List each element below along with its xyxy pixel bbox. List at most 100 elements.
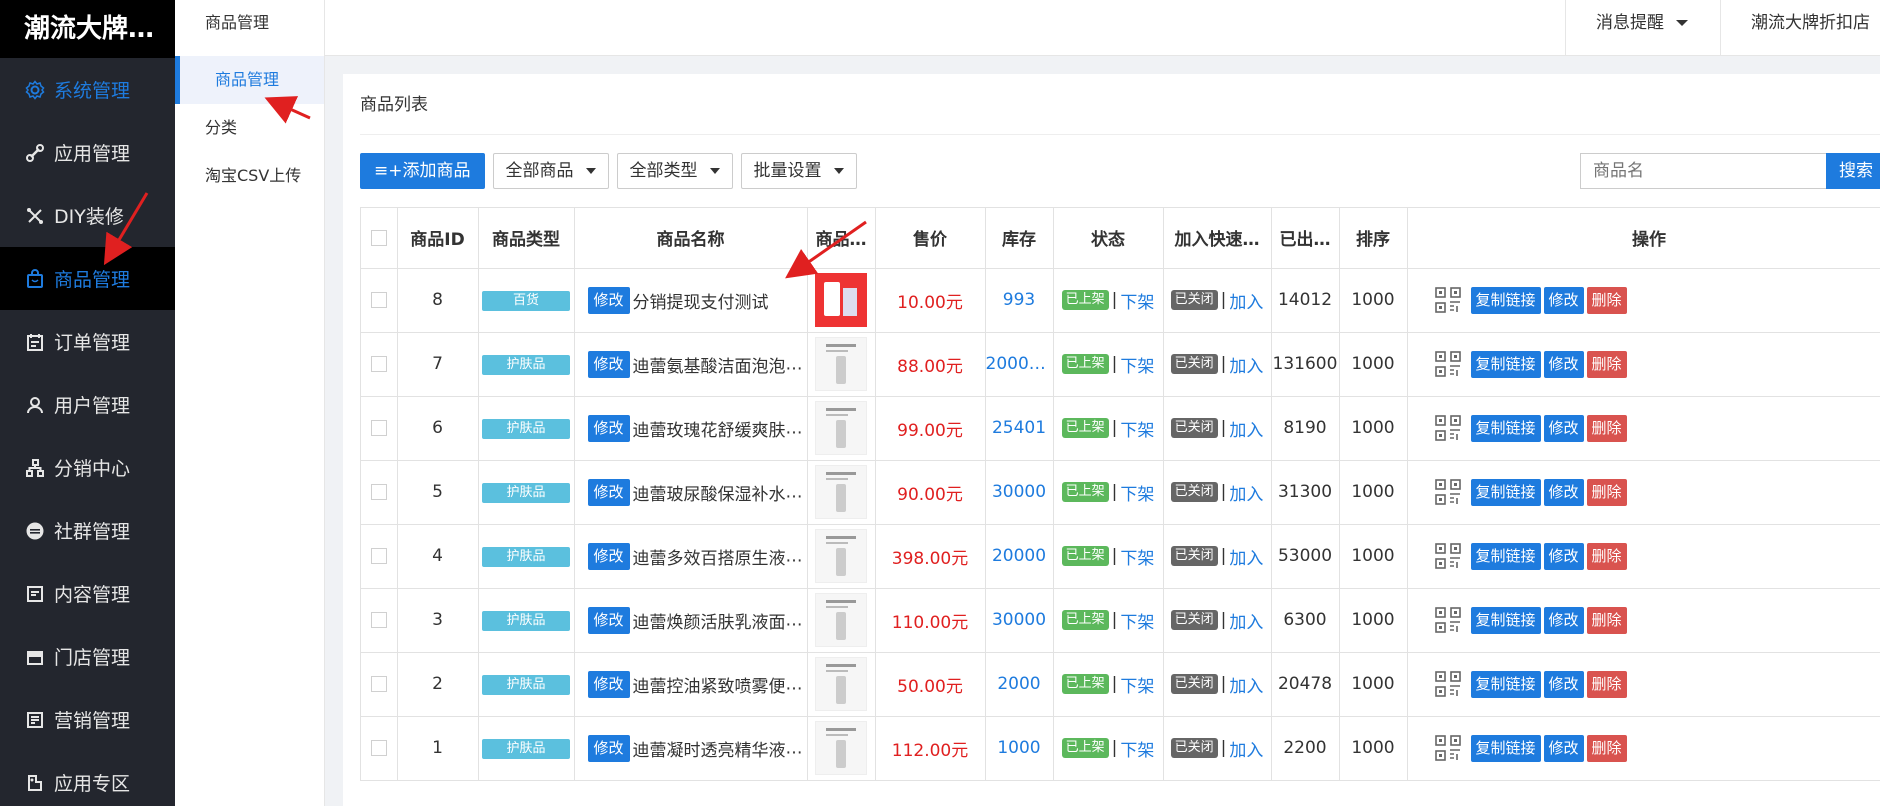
row-checkbox[interactable] xyxy=(370,356,387,372)
edit-button[interactable]: 修改 xyxy=(1543,734,1584,762)
copy-link-button[interactable]: 复制链接 xyxy=(1470,478,1541,506)
edit-button[interactable]: 修改 xyxy=(1543,542,1584,570)
delete-button[interactable]: 删除 xyxy=(1586,734,1627,762)
sidebar-item-system[interactable]: 系统管理 xyxy=(0,58,175,121)
search-button[interactable]: 搜索 xyxy=(1826,153,1880,189)
row-checkbox[interactable] xyxy=(370,740,387,756)
product-thumbnail[interactable] xyxy=(815,273,867,327)
delete-button[interactable]: 删除 xyxy=(1586,478,1627,506)
delete-button[interactable]: 删除 xyxy=(1586,670,1627,698)
edit-name-button[interactable]: 修改 xyxy=(587,670,630,698)
join-link[interactable]: 加入 xyxy=(1229,421,1263,441)
delete-button[interactable]: 删除 xyxy=(1586,414,1627,442)
subnav-item-taobao-csv[interactable]: 淘宝CSV上传 xyxy=(175,152,324,200)
delete-button[interactable]: 删除 xyxy=(1586,286,1627,314)
edit-name-button[interactable]: 修改 xyxy=(587,478,630,506)
sidebar-item-community[interactable]: 社群管理 xyxy=(0,499,175,562)
off-shelf-link[interactable]: 下架 xyxy=(1120,549,1154,569)
join-link[interactable]: 加入 xyxy=(1229,677,1263,697)
edit-button[interactable]: 修改 xyxy=(1543,286,1584,314)
off-shelf-link[interactable]: 下架 xyxy=(1120,677,1154,697)
delete-button[interactable]: 删除 xyxy=(1586,542,1627,570)
sidebar-item-content[interactable]: 内容管理 xyxy=(0,562,175,625)
join-link[interactable]: 加入 xyxy=(1229,485,1263,505)
qrcode-icon[interactable] xyxy=(1434,415,1461,441)
join-link[interactable]: 加入 xyxy=(1229,293,1263,313)
copy-link-button[interactable]: 复制链接 xyxy=(1470,286,1541,314)
product-thumbnail[interactable] xyxy=(815,721,867,775)
qrcode-icon[interactable] xyxy=(1434,479,1461,505)
join-link[interactable]: 加入 xyxy=(1229,549,1263,569)
off-shelf-link[interactable]: 下架 xyxy=(1120,357,1154,377)
row-checkbox[interactable] xyxy=(370,676,387,692)
product-stock[interactable]: 1000 xyxy=(985,716,1054,781)
shop-name[interactable]: 潮流大牌折扣店 xyxy=(1720,0,1880,56)
edit-name-button[interactable]: 修改 xyxy=(587,286,630,314)
sidebar-item-app-zone[interactable]: 应用专区 xyxy=(0,751,175,806)
add-product-button[interactable]: ≡+添加商品 xyxy=(360,153,485,189)
product-thumbnail[interactable] xyxy=(815,529,867,583)
sidebar-item-stores[interactable]: 门店管理 xyxy=(0,625,175,688)
edit-button[interactable]: 修改 xyxy=(1543,414,1584,442)
copy-link-button[interactable]: 复制链接 xyxy=(1470,350,1541,378)
product-stock[interactable]: 2000 xyxy=(985,652,1054,717)
product-thumbnail[interactable] xyxy=(815,337,867,391)
join-link[interactable]: 加入 xyxy=(1229,741,1263,761)
select-all-checkbox[interactable] xyxy=(370,229,387,246)
copy-link-button[interactable]: 复制链接 xyxy=(1470,670,1541,698)
select-cell[interactable] xyxy=(361,652,398,717)
product-stock[interactable]: 993 xyxy=(985,268,1054,333)
edit-button[interactable]: 修改 xyxy=(1543,350,1584,378)
subnav-item-products[interactable]: 商品管理 xyxy=(175,56,324,104)
product-stock[interactable]: 20000 xyxy=(985,524,1054,589)
copy-link-button[interactable]: 复制链接 xyxy=(1470,734,1541,762)
select-cell[interactable] xyxy=(361,268,398,333)
product-thumbnail[interactable] xyxy=(815,657,867,711)
edit-name-button[interactable]: 修改 xyxy=(587,606,630,634)
row-checkbox[interactable] xyxy=(370,548,387,564)
edit-name-button[interactable]: 修改 xyxy=(587,542,630,570)
product-thumbnail[interactable] xyxy=(815,593,867,647)
message-dropdown[interactable]: 消息提醒 xyxy=(1565,0,1718,56)
sidebar-item-distribution[interactable]: 分销中心 xyxy=(0,436,175,499)
row-checkbox[interactable] xyxy=(370,484,387,500)
select-all-cell[interactable] xyxy=(361,208,398,269)
edit-name-button[interactable]: 修改 xyxy=(587,414,630,442)
delete-button[interactable]: 删除 xyxy=(1586,606,1627,634)
join-link[interactable]: 加入 xyxy=(1229,613,1263,633)
sidebar-item-marketing[interactable]: 营销管理 xyxy=(0,688,175,751)
product-stock[interactable]: 2000124 xyxy=(985,332,1054,397)
select-cell[interactable] xyxy=(361,396,398,461)
product-thumbnail[interactable] xyxy=(815,465,867,519)
join-link[interactable]: 加入 xyxy=(1229,357,1263,377)
product-search-input[interactable] xyxy=(1580,153,1826,189)
subnav-item-category[interactable]: 分类 xyxy=(175,104,324,152)
copy-link-button[interactable]: 复制链接 xyxy=(1470,542,1541,570)
product-stock[interactable]: 30000 xyxy=(985,588,1054,653)
off-shelf-link[interactable]: 下架 xyxy=(1120,741,1154,761)
qrcode-icon[interactable] xyxy=(1434,607,1461,633)
product-stock[interactable]: 30000 xyxy=(985,460,1054,525)
qrcode-icon[interactable] xyxy=(1434,671,1461,697)
select-cell[interactable] xyxy=(361,588,398,653)
sidebar-item-users[interactable]: 用户管理 xyxy=(0,373,175,436)
select-cell[interactable] xyxy=(361,524,398,589)
select-cell[interactable] xyxy=(361,716,398,781)
off-shelf-link[interactable]: 下架 xyxy=(1120,613,1154,633)
row-checkbox[interactable] xyxy=(370,292,387,308)
sidebar-item-apps[interactable]: 应用管理 xyxy=(0,121,175,184)
off-shelf-link[interactable]: 下架 xyxy=(1120,293,1154,313)
qrcode-icon[interactable] xyxy=(1434,735,1461,761)
copy-link-button[interactable]: 复制链接 xyxy=(1470,606,1541,634)
copy-link-button[interactable]: 复制链接 xyxy=(1470,414,1541,442)
edit-name-button[interactable]: 修改 xyxy=(587,734,630,762)
off-shelf-link[interactable]: 下架 xyxy=(1120,421,1154,441)
product-stock[interactable]: 25401 xyxy=(985,396,1054,461)
off-shelf-link[interactable]: 下架 xyxy=(1120,485,1154,505)
sidebar-item-products[interactable]: 商品管理 xyxy=(0,247,175,310)
edit-button[interactable]: 修改 xyxy=(1543,670,1584,698)
delete-button[interactable]: 删除 xyxy=(1586,350,1627,378)
qrcode-icon[interactable] xyxy=(1434,287,1461,313)
qrcode-icon[interactable] xyxy=(1434,543,1461,569)
select-cell[interactable] xyxy=(361,460,398,525)
